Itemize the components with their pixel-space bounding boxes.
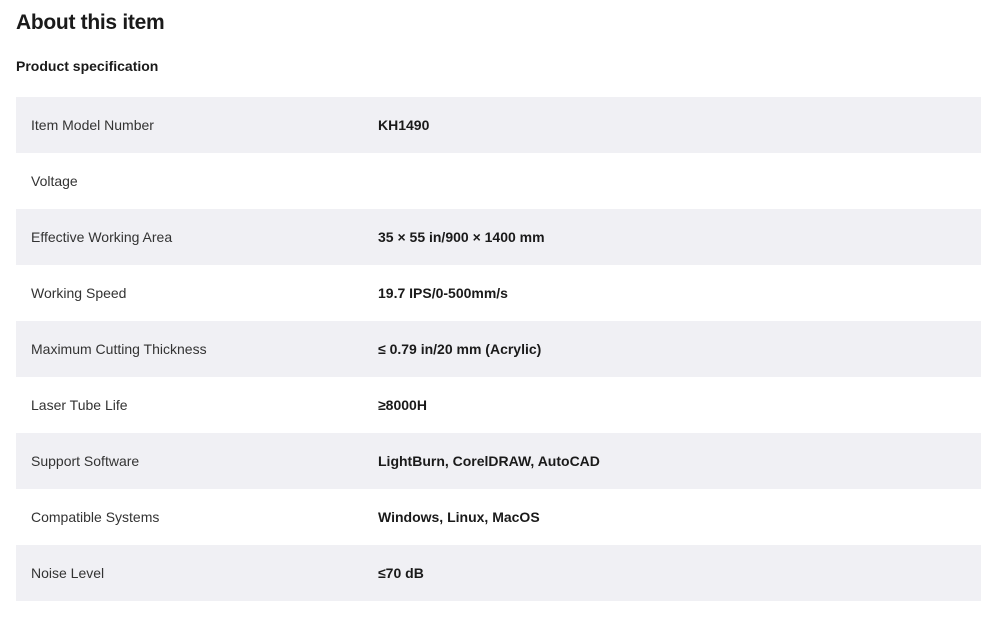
spec-row-noise-level: Noise Level ≤70 dB — [16, 545, 981, 601]
section-title: Product specification — [16, 58, 159, 74]
spec-row-working-speed: Working Speed 19.7 IPS/0-500mm/s — [16, 265, 981, 321]
spec-value: ≤70 dB — [378, 565, 424, 581]
page-title: About this item — [16, 11, 165, 34]
spec-label: Support Software — [31, 453, 140, 469]
spec-value: Windows, Linux, MacOS — [378, 509, 540, 525]
spec-table: Item Model Number KH1490 Voltage Effecti… — [16, 97, 981, 601]
spec-label: Laser Tube Life — [31, 397, 128, 413]
spec-value — [378, 153, 981, 209]
spec-row-laser-tube-life: Laser Tube Life ≥8000H — [16, 377, 981, 433]
spec-label: Compatible Systems — [31, 509, 160, 525]
spec-value: LightBurn, CorelDRAW, AutoCAD — [378, 453, 600, 469]
spec-label: Working Speed — [31, 285, 127, 301]
spec-value: ≥8000H — [378, 397, 427, 413]
spec-label: Voltage — [31, 173, 78, 189]
spec-label: Noise Level — [31, 565, 105, 581]
spec-value: ≤ 0.79 in/20 mm (Acrylic) — [378, 341, 542, 357]
spec-row-maximum-cutting-thickness: Maximum Cutting Thickness ≤ 0.79 in/20 m… — [16, 321, 981, 377]
spec-label: Item Model Number — [31, 117, 154, 133]
spec-row-compatible-systems: Compatible Systems Windows, Linux, MacOS — [16, 489, 981, 545]
spec-row-support-software: Support Software LightBurn, CorelDRAW, A… — [16, 433, 981, 489]
spec-row-voltage: Voltage — [16, 153, 981, 209]
spec-label: Effective Working Area — [31, 229, 173, 245]
spec-row-item-model-number: Item Model Number KH1490 — [16, 97, 981, 153]
spec-value: KH1490 — [378, 117, 430, 133]
spec-value: 19.7 IPS/0-500mm/s — [378, 285, 508, 301]
spec-value: 35 × 55 in/900 × 1400 mm — [378, 229, 545, 245]
spec-row-effective-working-area: Effective Working Area 35 × 55 in/900 × … — [16, 209, 981, 265]
spec-label: Maximum Cutting Thickness — [31, 341, 207, 357]
